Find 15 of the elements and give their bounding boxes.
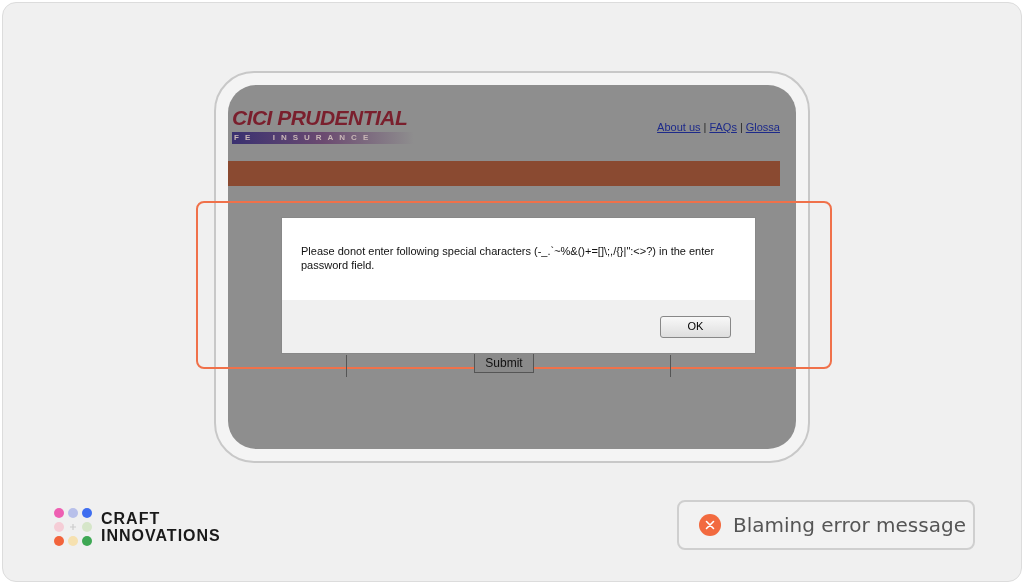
submit-button[interactable]: Submit [474,353,534,373]
brand-name: CRAFT [101,510,162,527]
logo-wordmark: CICI PRUDENTIAL [232,107,409,128]
nav-link[interactable]: About us [657,119,701,136]
verdict-text: Blaming error message [733,512,966,539]
dot-grid-icon [53,507,93,547]
separator-text: | [703,120,707,135]
nav-link[interactable]: FAQs [709,119,737,136]
table-rule [346,355,347,377]
separator-text: | [739,120,743,135]
nav-link[interactable]: Glossa [745,119,780,136]
table-rule [670,355,671,377]
brand-name: INNOVATIONS [101,527,221,544]
dialog-message: Please donot enter following special characters (-_.`~%&()+=[]\;,/{}|":<>?) in the enter password field. [301,244,716,272]
ok-button[interactable]: OK [660,315,731,338]
